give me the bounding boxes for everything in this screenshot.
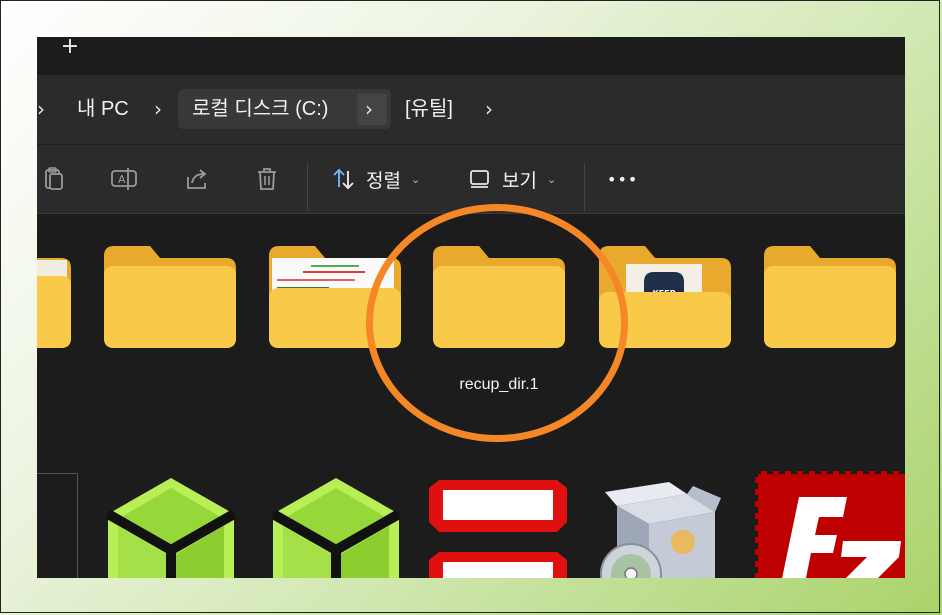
highlight-circle [366,204,628,442]
green-cube-icon[interactable] [104,474,238,578]
breadcrumb: › 내 PC › 로컬 디스크 (C:) › [유틸] › [37,75,905,144]
chevron-down-icon: ⌄ [546,172,557,186]
chevron-right-icon[interactable]: › [37,91,45,127]
paste-icon[interactable] [40,165,68,193]
sort-label: 정렬 [366,170,401,192]
sort-button[interactable]: 정렬 ⌄ [331,162,420,196]
view-label: 보기 [502,170,537,192]
rename-icon[interactable]: A [110,165,138,193]
chevron-down-icon: ⌄ [410,172,421,186]
folder-icon[interactable] [104,244,236,348]
chevron-right-icon[interactable]: › [154,91,162,127]
svg-text:A: A [118,173,126,186]
red-boxes-icon[interactable] [429,476,569,578]
toolbar-divider [307,163,308,211]
chevron-right-icon: › [365,97,373,121]
blank-thumbnail[interactable] [37,473,78,578]
new-tab-button[interactable]: + [59,37,81,61]
filezilla-icon[interactable] [755,471,905,578]
folder-icon[interactable] [37,244,71,348]
breadcrumb-item-util[interactable]: [유틸] [405,91,453,127]
breadcrumb-dropdown-button[interactable]: › [357,93,387,125]
delete-icon[interactable] [253,165,281,193]
green-cube-icon[interactable] [269,474,403,578]
more-options-button[interactable]: ••• [607,162,638,196]
folder-icon[interactable] [764,244,896,348]
tab-bar: + [37,37,905,75]
breadcrumb-item-local-disk[interactable]: 로컬 디스크 (C:) [192,91,328,127]
command-toolbar: A 정렬 ⌄ 보기 ⌄ ••• [37,144,905,214]
toolbar-divider [584,163,585,211]
view-icon [470,170,489,188]
sort-icon [333,168,354,190]
chevron-right-icon[interactable]: › [485,91,493,127]
breadcrumb-item-current[interactable]: 로컬 디스크 (C:) › [178,89,391,129]
view-button[interactable]: 보기 ⌄ [468,162,556,196]
software-install-icon[interactable] [597,476,721,578]
share-icon[interactable] [183,165,211,193]
breadcrumb-item-my-pc[interactable]: 내 PC [77,91,129,127]
